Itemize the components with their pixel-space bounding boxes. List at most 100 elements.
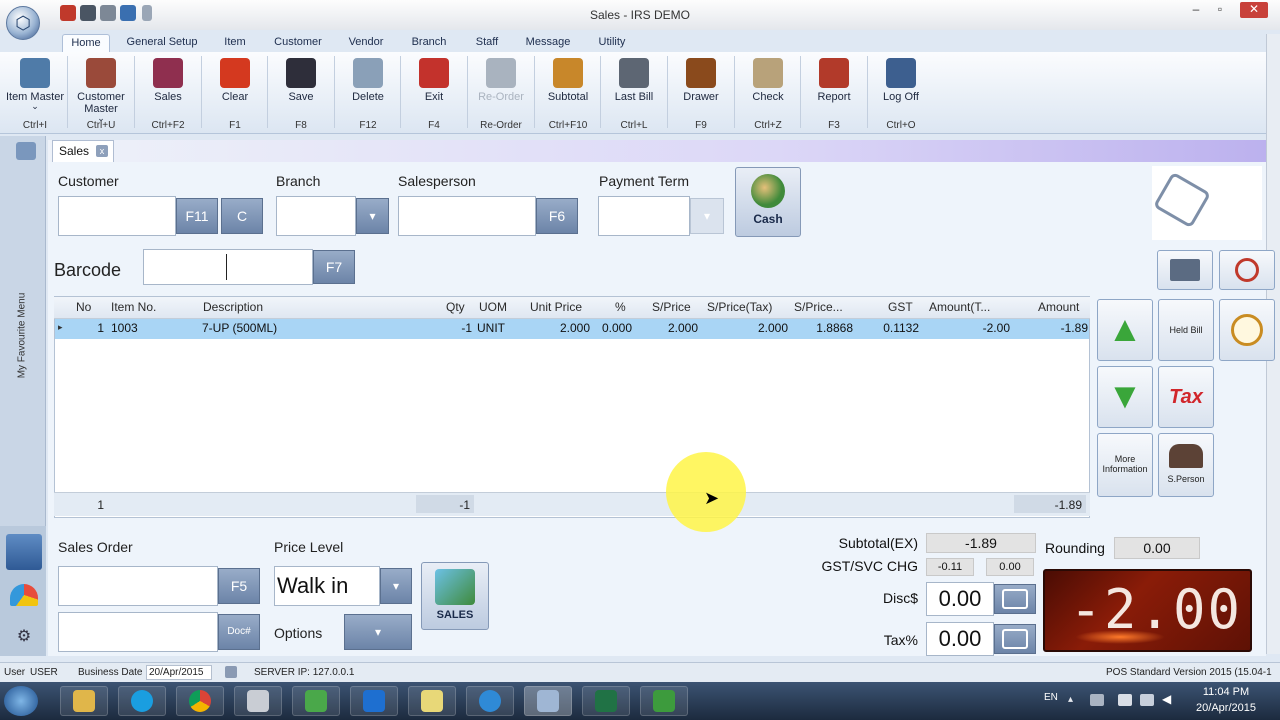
col-header-uom[interactable]: UOM [479,300,507,314]
taskbar-app-window[interactable] [234,686,282,716]
application-menu-orb[interactable]: ⬡ [6,6,40,40]
tab-utility[interactable]: Utility [588,34,636,52]
held-bill-button[interactable]: Held Bill [1158,299,1214,361]
volume-icon[interactable]: ◀ [1162,692,1171,706]
taskbar-file-explorer[interactable] [60,686,108,716]
tab-message[interactable]: Message [520,34,576,52]
payment-term-select[interactable] [598,196,690,236]
col-header-s-price[interactable]: S/Price [652,300,691,314]
quick-access-save-icon[interactable] [80,5,96,21]
col-header-no[interactable]: No [76,300,91,314]
ribbon-last-bill-button[interactable]: Last Bill [602,54,666,116]
ribbon-delete-button[interactable]: Delete [336,54,400,116]
discount-calculator-button[interactable] [994,584,1036,614]
settings-shortcut-icon[interactable]: ⚙ [10,626,38,646]
favourite-pin-icon[interactable] [16,142,36,160]
ribbon-clear-button[interactable]: Clear [203,54,267,116]
calendar-icon[interactable] [225,666,237,678]
ribbon-drawer-button[interactable]: Drawer [669,54,733,116]
sales-order-input[interactable] [58,566,218,606]
network-icon[interactable] [1140,694,1154,706]
pie-chart-icon[interactable] [10,584,38,606]
tray-app-icon[interactable] [1090,694,1104,706]
close-tab-icon[interactable]: x [96,145,108,157]
tab-item[interactable]: Item [214,34,256,52]
cell-no[interactable]: 1 [70,321,104,335]
move-down-button[interactable]: ▼ [1097,366,1153,428]
col-header-qty[interactable]: Qty [446,300,465,314]
customer-input[interactable] [58,196,176,236]
price-level-select[interactable]: Walk in [274,566,380,606]
col-header-percent[interactable]: % [615,300,626,314]
tab-customer[interactable]: Customer [268,34,328,52]
cell-unit-price[interactable]: 2.000 [540,321,590,335]
cell-gst[interactable]: 0.1132 [868,321,919,335]
taskbar-skype[interactable] [118,686,166,716]
branch-select[interactable] [276,196,356,236]
clock-date[interactable]: 20/Apr/2015 [1186,702,1266,714]
maximize-button[interactable]: ▫ [1208,2,1232,18]
customer-clear-button[interactable]: C [221,198,263,234]
options-dropdown-button[interactable]: ▾ [344,614,412,650]
branch-dropdown-button[interactable]: ▾ [356,198,389,234]
sales-person-button[interactable]: S.Person [1158,433,1214,497]
search-item-button[interactable] [1219,250,1275,290]
col-header-s-price-ex[interactable]: S/Price... [794,300,843,314]
tab-vendor[interactable]: Vendor [340,34,392,52]
customer-lookup-f11-button[interactable]: F11 [176,198,218,234]
tab-branch[interactable]: Branch [404,34,454,52]
ribbon-check-button[interactable]: Check [736,54,800,116]
ribbon-subtotal-button[interactable]: Subtotal [536,54,600,116]
taskbar-camtasia-recorder[interactable] [640,686,688,716]
ribbon-log-off-button[interactable]: Log Off [869,54,933,116]
tab-home[interactable]: Home [62,34,110,52]
price-level-dropdown-button[interactable]: ▾ [380,568,412,604]
col-header-gst[interactable]: GST [888,300,913,314]
tab-staff[interactable]: Staff [466,34,508,52]
quick-access-send-icon[interactable] [120,5,136,21]
taskbar-teamviewer[interactable] [350,686,398,716]
move-up-button[interactable]: ▲ [1097,299,1153,361]
cell-s-price-ex[interactable]: 1.8868 [800,321,853,335]
taskbar-chrome[interactable] [176,686,224,716]
language-indicator[interactable]: EN [1044,692,1058,703]
cell-qty[interactable]: -1 [430,321,472,335]
ribbon-exit-button[interactable]: Exit [402,54,466,116]
ribbon-customer-master-button[interactable]: Customer Master ⌄ [69,54,133,123]
quick-access-dropdown-icon[interactable] [142,5,152,21]
cell-percent[interactable]: 0.000 [594,321,632,335]
tax-button[interactable]: Tax [1158,366,1214,428]
business-date-value[interactable]: 20/Apr/2015 [146,665,212,680]
cell-amount[interactable]: -1.89 [1038,321,1088,335]
col-header-unit-price[interactable]: Unit Price [530,300,582,314]
ribbon-save-button[interactable]: Save [269,54,333,116]
barcode-lookup-f7-button[interactable]: F7 [313,250,355,284]
close-window-button[interactable]: ✕ [1240,2,1268,18]
action-center-icon[interactable] [1118,694,1132,706]
barcode-input[interactable] [143,249,313,285]
quick-access-printer-icon[interactable] [100,5,116,21]
ribbon-item-master-button[interactable]: Item Master ⌄ [3,54,67,116]
cash-button[interactable]: Cash [735,167,801,237]
col-header-amount[interactable]: Amount [1038,300,1079,314]
salesperson-input[interactable] [398,196,536,236]
salesperson-lookup-f6-button[interactable]: F6 [536,198,578,234]
tax-calculator-button[interactable] [994,624,1036,654]
start-button[interactable] [4,686,38,716]
col-header-item-no[interactable]: Item No. [111,300,156,314]
display-button[interactable] [1157,250,1213,290]
ribbon-sales-button[interactable]: Sales [136,54,200,116]
cell-s-price-tax[interactable]: 2.000 [740,321,788,335]
taskbar-media[interactable] [466,686,514,716]
col-header-s-price-tax[interactable]: S/Price(Tax) [707,300,772,314]
cell-amount-tax[interactable]: -2.00 [960,321,1010,335]
col-header-description[interactable]: Description [203,300,263,314]
taskbar-camtasia[interactable] [292,686,340,716]
item-shortcut-icon[interactable] [6,534,42,570]
tab-general-setup[interactable]: General Setup [124,34,200,52]
sales-order-lookup-f5-button[interactable]: F5 [218,568,260,604]
sales-mode-button[interactable]: SALES [421,562,489,630]
ribbon-report-button[interactable]: Report [802,54,866,116]
quick-access-stop-icon[interactable] [60,5,76,21]
more-information-button[interactable]: More Information [1097,433,1153,497]
